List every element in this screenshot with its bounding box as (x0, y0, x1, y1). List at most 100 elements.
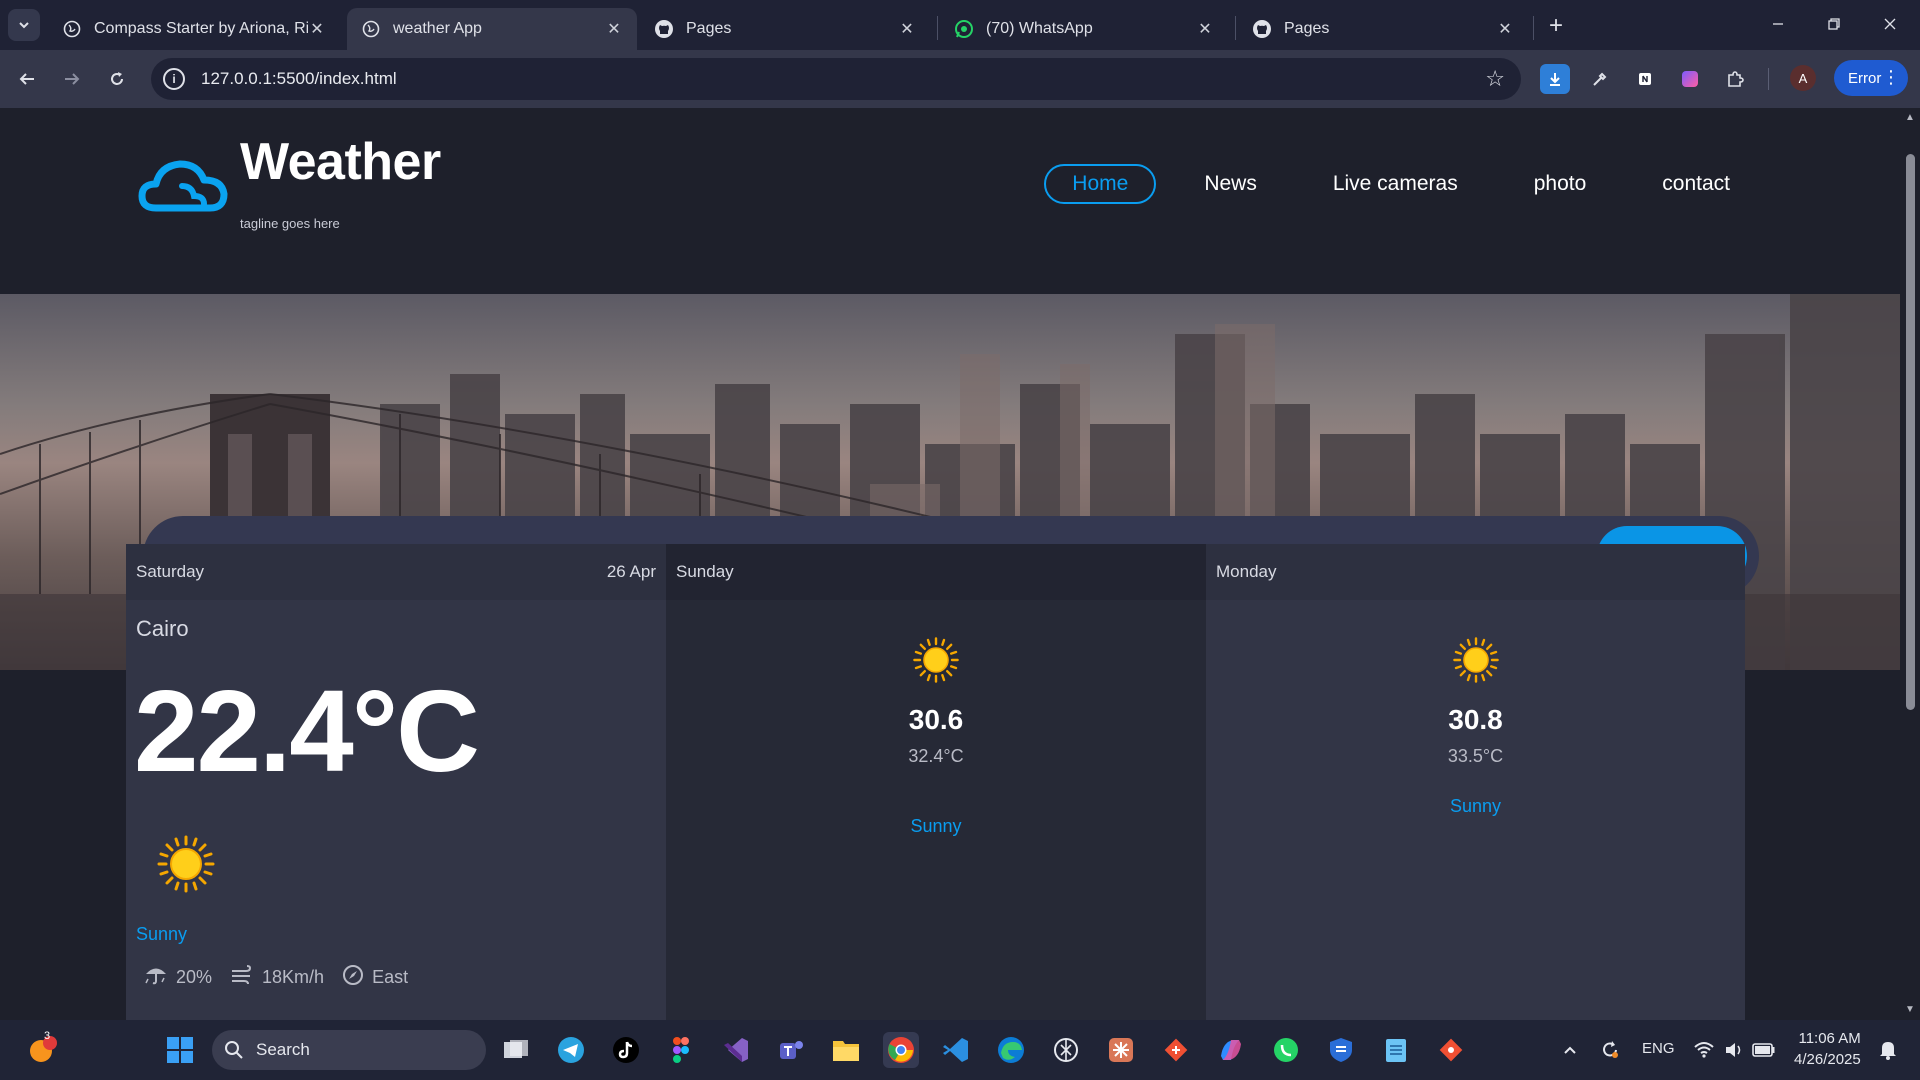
claude-icon[interactable] (1103, 1032, 1139, 1068)
forward-button[interactable] (57, 64, 87, 94)
back-button[interactable] (12, 64, 42, 94)
whatsapp-icon[interactable] (1268, 1032, 1304, 1068)
error-label: Error (1848, 69, 1882, 87)
nav-home[interactable]: Home (1044, 164, 1157, 204)
forecast-card-day-3: Monday 30.8 33.5°C Sunny (1206, 544, 1745, 1020)
sun-icon (912, 636, 960, 689)
nav-photo[interactable]: photo (1506, 164, 1615, 204)
arrow-left-icon (19, 73, 34, 85)
umbrella-icon (144, 965, 168, 990)
browser-toolbar: i 127.0.0.1:5500/index.html ☆ A Error ⋮ (0, 50, 1920, 108)
battery-icon[interactable] (1746, 1032, 1782, 1068)
tab-whatsapp[interactable]: (70) WhatsApp ✕ (940, 8, 1228, 50)
figma-icon[interactable] (663, 1032, 699, 1068)
globe-icon (361, 19, 381, 39)
taskbar-search[interactable]: Search (212, 1030, 486, 1070)
github-icon (654, 19, 674, 39)
notion-extension-icon[interactable] (1630, 64, 1660, 94)
close-icon[interactable]: ✕ (1496, 20, 1514, 38)
max-temperature: 30.8 (1448, 704, 1503, 735)
restore-button[interactable] (1814, 10, 1854, 38)
scroll-down-arrow-icon[interactable]: ▼ (1904, 1004, 1916, 1016)
bookmark-star-icon[interactable]: ☆ (1485, 66, 1505, 92)
vscode-icon[interactable] (938, 1032, 974, 1068)
close-icon[interactable]: ✕ (898, 20, 916, 38)
language-indicator[interactable]: ENG (1642, 1040, 1675, 1057)
tab-weather-app[interactable]: weather App ✕ (347, 8, 637, 50)
tab-title: Pages (1284, 20, 1330, 37)
compass-icon (342, 964, 364, 991)
tab-title: weather App (393, 20, 482, 37)
scroll-up-arrow-icon[interactable]: ▲ (1904, 112, 1916, 124)
teams-icon[interactable] (773, 1032, 809, 1068)
address-bar[interactable]: i 127.0.0.1:5500/index.html ☆ (151, 58, 1521, 100)
git-tool-icon[interactable] (1158, 1032, 1194, 1068)
notification-count: 3 (44, 1030, 51, 1042)
page-scrollbar[interactable]: ▲ ▼ (1900, 108, 1920, 1020)
security-shield-icon[interactable] (1323, 1032, 1359, 1068)
copilot-icon[interactable] (1213, 1032, 1249, 1068)
chrome-icon[interactable] (883, 1032, 919, 1068)
sun-icon (1452, 636, 1500, 689)
condition-text: Sunny (1449, 796, 1502, 816)
wind-icon (230, 965, 254, 990)
main-nav: Home News Live cameras photo contact (1024, 164, 1758, 204)
error-status-button[interactable]: Error ⋮ (1834, 60, 1908, 96)
system-clock[interactable]: 11:06 AM 4/26/2025 (1794, 1028, 1861, 1070)
date-label: 26 Apr (606, 562, 656, 581)
brand-tagline: tagline goes here (240, 216, 340, 231)
tab-search-button[interactable] (8, 9, 40, 41)
close-icon (1884, 18, 1896, 30)
forecast-card-day-2: Sunday 30.6 32.4°C Sunny (666, 544, 1206, 1020)
minimize-icon (1773, 23, 1783, 25)
nav-live-cameras[interactable]: Live cameras (1305, 164, 1486, 204)
notification-bell-icon[interactable] (1870, 1032, 1906, 1068)
reload-button[interactable] (102, 64, 132, 94)
cloud-logo-icon[interactable] (138, 156, 228, 217)
tab-separator (937, 16, 938, 40)
nav-contact[interactable]: contact (1634, 164, 1758, 204)
file-explorer-icon[interactable] (828, 1032, 864, 1068)
git-client-icon[interactable] (1433, 1032, 1469, 1068)
minimize-button[interactable] (1758, 10, 1798, 38)
direction-item: East (342, 964, 408, 991)
nav-news[interactable]: News (1176, 164, 1285, 204)
chatgpt-icon[interactable] (1048, 1032, 1084, 1068)
tab-compass-starter[interactable]: Compass Starter by Ariona, Riar ✕ (48, 8, 340, 50)
close-window-button[interactable] (1870, 10, 1910, 38)
close-icon[interactable]: ✕ (308, 20, 326, 38)
sync-icon[interactable] (1592, 1032, 1628, 1068)
color-picker-extension-icon[interactable] (1585, 64, 1615, 94)
max-temperature: 30.6 (908, 704, 964, 735)
extensions-puzzle-icon[interactable] (1720, 64, 1750, 94)
direction-value: East (372, 967, 409, 987)
tab-separator (1533, 16, 1534, 40)
condition-text: Sunny (910, 816, 962, 836)
chevron-up-icon[interactable] (1552, 1032, 1588, 1068)
toolbar-separator (1768, 68, 1769, 90)
close-icon[interactable]: ✕ (605, 20, 623, 38)
scrollbar-thumb[interactable] (1906, 154, 1915, 710)
tab-pages-1[interactable]: Pages ✕ (640, 8, 930, 50)
windows-start-icon[interactable] (162, 1032, 198, 1068)
notepad-icon[interactable] (1378, 1032, 1414, 1068)
site-info-icon[interactable]: i (163, 68, 185, 90)
tab-pages-2[interactable]: Pages ✕ (1238, 8, 1528, 50)
sun-icon (156, 834, 216, 899)
edge-icon[interactable] (993, 1032, 1029, 1068)
weather-widget-icon[interactable]: 3 (24, 1030, 60, 1068)
profile-avatar[interactable]: A (1790, 65, 1816, 91)
task-view-icon[interactable] (498, 1032, 534, 1068)
gradient-extension-icon[interactable] (1675, 64, 1705, 94)
browser-tab-bar: Compass Starter by Ariona, Riar ✕ weathe… (0, 0, 1920, 50)
download-extension-icon[interactable] (1540, 64, 1570, 94)
tiktok-icon[interactable] (608, 1032, 644, 1068)
close-icon[interactable]: ✕ (1196, 20, 1214, 38)
brand-title[interactable]: Weather (240, 132, 441, 192)
new-tab-button[interactable]: + (1542, 12, 1570, 40)
globe-icon (62, 19, 82, 39)
telegram-icon[interactable] (553, 1032, 589, 1068)
search-label: Search (256, 1040, 310, 1059)
visual-studio-icon[interactable] (718, 1032, 754, 1068)
day-label: Sunday (676, 562, 734, 581)
